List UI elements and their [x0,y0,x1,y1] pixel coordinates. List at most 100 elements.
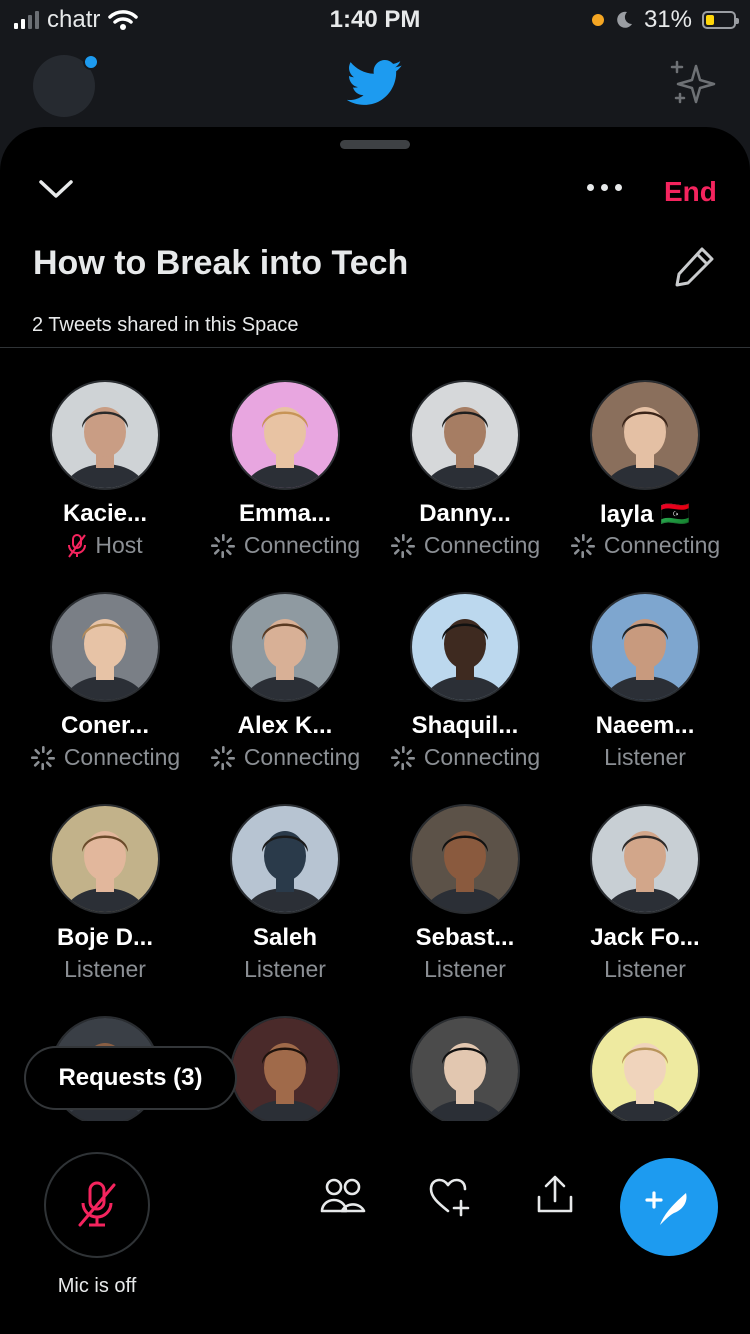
participant-role: Listener [365,956,565,983]
participant-role-label: Connecting [423,532,541,558]
participant-name: layla 🇱🇾 [600,501,690,528]
participant-name: Coner... [60,712,150,739]
participant-avatar[interactable] [590,804,700,914]
mic-off-icon [67,533,87,559]
participant[interactable]: Emma... Connecting [195,380,375,592]
participant-role: Connecting [5,744,205,771]
participant-role-label: Listener [64,956,146,982]
status-bar: chatr 1:40 PM 31% [0,0,750,42]
participant-avatar[interactable] [590,380,700,490]
participant-avatar[interactable] [590,592,700,702]
sparkle-icon[interactable] [668,58,718,108]
heart-plus-icon[interactable] [428,1177,472,1217]
participant-role-label: Listener [244,956,326,982]
compose-tweet-button[interactable] [620,1158,718,1256]
privacy-indicator-icon [591,14,604,26]
space-sheet: End How to Break into Tech 2 Tweets shar… [0,127,750,1334]
participant-name: Kacie... [62,500,148,527]
spinner-icon [30,745,56,771]
participants-grid: Kacie... Host Emma... Connecting Danny... Con… [0,380,750,1121]
participant[interactable] [555,1016,735,1121]
participant[interactable]: layla 🇱🇾 Connecting [555,380,735,592]
participant-name: Naeem... [595,712,695,739]
spinner-icon [210,745,236,771]
participant-avatar[interactable] [410,804,520,914]
participant[interactable]: Coner... Connecting [15,592,195,804]
participant-avatar[interactable] [50,380,160,490]
participant-role: Listener [545,956,745,983]
participant-role-label: Connecting [603,532,721,558]
background-header [0,42,750,132]
space-title: How to Break into Tech [33,244,409,282]
participant-role-label: Listener [424,956,506,982]
participant-avatar[interactable] [230,804,340,914]
participant-avatar[interactable] [230,380,340,490]
participant-avatar[interactable] [230,1016,340,1121]
participant-name: Shaquil... [411,712,519,739]
participant-name: Emma... [238,500,332,527]
participant-role: Listener [185,956,385,983]
participant-role: Host [5,532,205,559]
spinner-icon [390,745,416,771]
participant-avatar[interactable] [410,592,520,702]
participant[interactable] [375,1016,555,1121]
spinner-icon [570,533,596,559]
participant-name: Sebast... [415,924,515,951]
participant-role-label: Host [95,532,143,558]
participant-role: Connecting [545,532,745,559]
sheet-grabber[interactable] [340,140,410,149]
moon-icon [617,11,632,28]
participant-role-label: Listener [604,956,686,982]
mic-off-icon [78,1181,116,1227]
spinner-icon [210,533,236,559]
end-space-button[interactable]: End [664,176,717,208]
participant-role-label: Connecting [63,744,181,770]
participant-role: Connecting [185,532,385,559]
participant[interactable]: Jack Fo... Listener [555,804,735,1016]
participant-avatar[interactable] [50,804,160,914]
participant-name: Jack Fo... [590,924,700,951]
participant-role-label: Listener [604,744,686,770]
participant-name: Alex K... [237,712,333,739]
spinner-icon [390,533,416,559]
participant[interactable]: Sebast... Listener [375,804,555,1016]
participant[interactable]: Shaquil... Connecting [375,592,555,804]
battery-percent: 31% [643,6,692,33]
participant-role: Connecting [365,532,565,559]
participant-avatar[interactable] [230,592,340,702]
participant-role: Connecting [185,744,385,771]
battery-fill [706,15,714,25]
participant-role: Connecting [365,744,565,771]
participant-role-label: Connecting [243,532,361,558]
participant-avatar[interactable] [410,380,520,490]
participant[interactable]: Danny... Connecting [375,380,555,592]
participant-name: Danny... [419,500,511,527]
participant[interactable]: Alex K... Connecting [195,592,375,804]
mic-toggle-button[interactable] [44,1152,150,1258]
status-right: 31% [591,6,739,34]
share-icon[interactable] [535,1173,575,1215]
requests-button[interactable]: Requests (3) [24,1046,237,1110]
participant-role-label: Connecting [423,744,541,770]
participant-avatar[interactable] [50,592,160,702]
divider [0,347,750,348]
participant[interactable]: Boje D... Listener [15,804,195,1016]
participant-role: Listener [5,956,205,983]
participant-role: Listener [545,744,745,771]
participant[interactable]: Saleh Listener [195,804,375,1016]
participant-name: Boje D... [56,924,153,951]
chevron-down-icon[interactable] [38,177,74,201]
compose-tweet-icon [645,1191,687,1225]
twitter-bird-icon [347,60,402,105]
shared-tweets-link[interactable]: 2 Tweets shared in this Space [32,314,298,337]
participant[interactable]: Naeem... Listener [555,592,735,804]
notification-dot-icon [83,54,99,70]
participant[interactable]: Kacie... Host [15,380,195,592]
participant-avatar[interactable] [590,1016,700,1121]
battery-icon [702,11,739,29]
participant-name: Saleh [252,924,318,951]
participant-avatar[interactable] [410,1016,520,1121]
people-icon[interactable] [320,1177,366,1215]
more-options-icon[interactable] [587,184,622,191]
edit-pencil-icon[interactable] [672,243,718,289]
